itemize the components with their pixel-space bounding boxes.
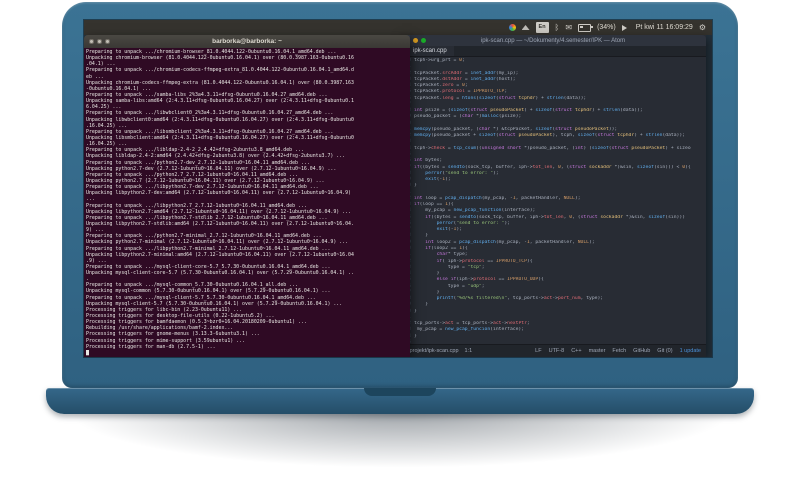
status-item-master[interactable]: master	[589, 348, 606, 354]
status-item-lf[interactable]: LF	[535, 348, 541, 354]
status-left: 2.projekt/ipk-scan.cpp 1:1	[405, 348, 472, 354]
file-path[interactable]: 2.projekt/ipk-scan.cpp	[405, 348, 459, 354]
terminal-title: barborka@barborka: ~	[212, 38, 282, 45]
status-item-1-update[interactable]: 1 update	[680, 348, 701, 354]
cursor-position[interactable]: 1:1	[465, 348, 473, 354]
laptop-lid-notch	[364, 388, 436, 396]
status-item-git-0-[interactable]: Git (0)	[657, 348, 672, 354]
atom-status-bar: 2.projekt/ipk-scan.cpp 1:1 LF UTF-8 C++ mas…	[400, 344, 706, 357]
atom-window[interactable]: ipk-scan.cpp — ~/Dokumenty/4.semester/IP…	[400, 35, 706, 357]
desktop-screen: En ᛒ ✉ (34%) Pt kwi 11 16:09:29 ⚙ barbor…	[84, 20, 712, 357]
terminal-output[interactable]: Preparing to unpack .../chromium-browser…	[84, 48, 410, 357]
app-indicator-icon[interactable]	[508, 24, 516, 31]
clock[interactable]: Pt kwi 11 16:09:29	[636, 24, 693, 31]
volume-icon[interactable]	[621, 24, 630, 31]
atom-window-title: ipk-scan.cpp — ~/Dokumenty/4.semester/IP…	[480, 37, 626, 44]
mail-icon[interactable]: ✉	[565, 23, 572, 32]
session-gear-icon[interactable]: ⚙	[699, 23, 706, 32]
status-item-github[interactable]: GitHub	[633, 348, 650, 354]
terminal-line: █	[86, 349, 89, 356]
bluetooth-icon[interactable]: ᛒ	[555, 23, 560, 32]
atom-tab-bar: ipk-scan.cpp	[400, 46, 706, 57]
keyboard-layout-indicator[interactable]: En	[535, 22, 549, 33]
status-item-fetch[interactable]: Fetch	[612, 348, 626, 354]
system-tray: En ᛒ ✉ (34%) Pt kwi 11 16:09:29 ⚙	[508, 22, 706, 33]
status-item-utf-8[interactable]: UTF-8	[549, 348, 565, 354]
terminal-window[interactable]: barborka@barborka: ~ Preparing to unpack…	[84, 35, 410, 357]
battery-icon[interactable]	[578, 23, 594, 32]
code-editor[interactable]: 530tcph->urg_prt = 0;531532tcpPacket.src…	[400, 57, 706, 344]
status-right: LF UTF-8 C++ master Fetch GitHub Git (0) 1 upda…	[535, 348, 701, 354]
laptop-base	[46, 388, 754, 414]
top-panel: En ᛒ ✉ (34%) Pt kwi 11 16:09:29 ⚙	[84, 20, 712, 35]
atom-titlebar[interactable]: ipk-scan.cpp — ~/Dokumenty/4.semester/IP…	[400, 35, 706, 46]
terminal-titlebar[interactable]: barborka@barborka: ~	[84, 35, 410, 48]
laptop-mockup: En ᛒ ✉ (34%) Pt kwi 11 16:09:29 ⚙ barbor…	[0, 0, 800, 477]
tab-label: ipk-scan.cpp	[413, 48, 447, 54]
status-item-c-[interactable]: C++	[571, 348, 581, 354]
network-icon[interactable]	[521, 25, 530, 30]
battery-percentage: (34%)	[597, 24, 616, 31]
